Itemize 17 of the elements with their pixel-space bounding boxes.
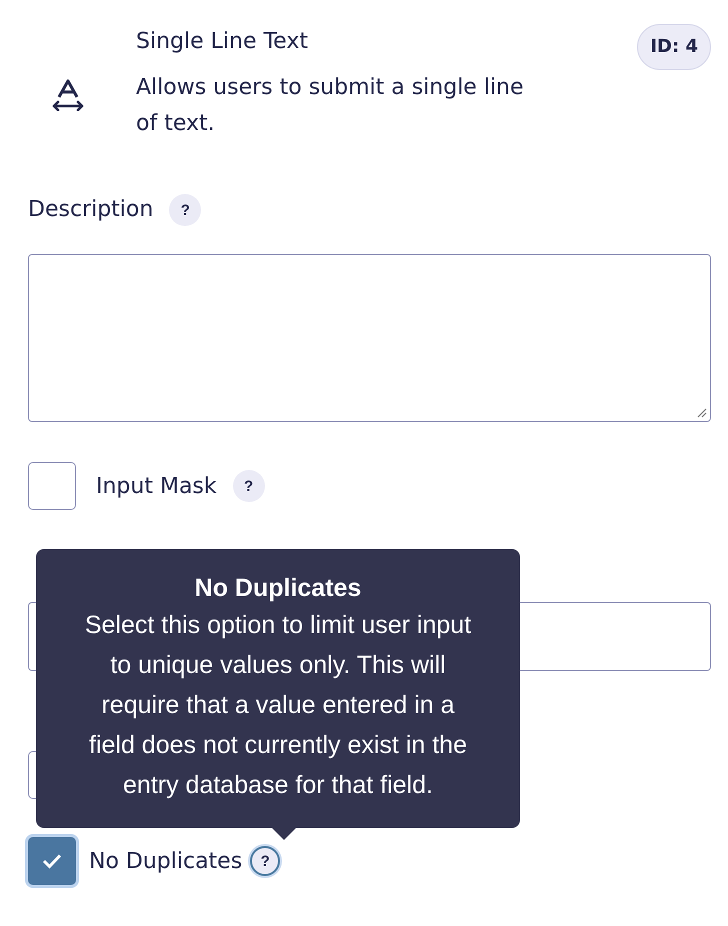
- rule-label: No Duplicates: [89, 848, 242, 874]
- description-field[interactable]: [28, 254, 711, 422]
- field-title: Single Line Text: [136, 28, 309, 56]
- input-mask-checkbox[interactable]: [28, 462, 76, 510]
- check-icon: [41, 852, 63, 870]
- input-mask-label: Input Mask: [96, 474, 217, 498]
- field-description: Allows users to submit a single line of text.: [136, 74, 525, 138]
- help-icon[interactable]: ?: [250, 846, 280, 876]
- tooltip-title: No Duplicates: [194, 573, 362, 603]
- tooltip-text: Select this option to limit user input to unique values only. This will require that a value entered in a field does not currently exist in the entry database for that field.: [84, 610, 472, 801]
- id-badge: ID: 4: [637, 24, 711, 70]
- help-icon[interactable]: ?: [232, 470, 265, 502]
- resize-handle-icon[interactable]: [695, 406, 707, 418]
- description-label: Description: [28, 196, 154, 224]
- help-icon[interactable]: ?: [169, 194, 202, 226]
- text-field-icon: [51, 79, 85, 111]
- rule-checkbox[interactable]: [28, 837, 76, 885]
